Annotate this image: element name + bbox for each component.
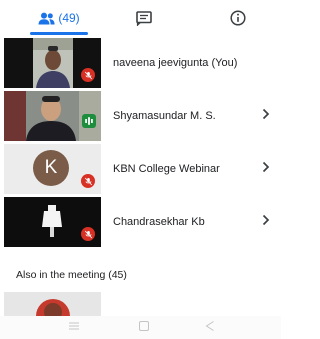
participant-video-thumbnail[interactable] <box>4 292 101 316</box>
participant-name: Chandrasekhar Kb <box>113 216 205 228</box>
info-icon <box>230 10 246 26</box>
participant-video-thumbnail <box>4 38 101 88</box>
participant-row[interactable]: K KBN College Webinar <box>0 144 281 197</box>
system-navigation-bar <box>0 316 281 339</box>
avatar: K <box>33 150 69 186</box>
menu-icon[interactable] <box>68 320 80 332</box>
participant-row[interactable]: naveena jeevigunta (You) <box>0 38 281 91</box>
participants-tab-bar: (49) <box>0 0 281 38</box>
speaking-indicator-icon <box>82 114 96 128</box>
people-icon <box>38 12 55 24</box>
participant-row[interactable]: Chandrasekhar Kb <box>0 197 281 250</box>
chevron-right-icon[interactable] <box>262 214 270 226</box>
active-tab-indicator <box>30 32 88 35</box>
avatar-letter: K <box>44 157 58 178</box>
mic-muted-icon <box>81 68 95 82</box>
back-triangle-icon[interactable] <box>204 320 216 332</box>
also-in-meeting-heading: Also in the meeting (45) <box>16 269 127 281</box>
mic-muted-icon <box>81 174 95 188</box>
home-square-icon[interactable] <box>138 320 150 332</box>
participant-avatar-tile: K <box>4 144 101 194</box>
participant-name: naveena jeevigunta (You) <box>113 57 238 69</box>
participant-video-thumbnail <box>4 197 101 247</box>
participant-name: Shyamasundar M. S. <box>113 110 216 122</box>
participant-count: (49) <box>58 11 80 25</box>
participant-list: naveena jeevigunta (You) Shyamasundar M.… <box>0 38 281 250</box>
mic-muted-icon <box>81 227 95 241</box>
chevron-right-icon[interactable] <box>262 108 270 120</box>
participant-name: KBN College Webinar <box>113 163 220 175</box>
tab-chat[interactable] <box>131 0 157 36</box>
chevron-right-icon[interactable] <box>262 161 270 173</box>
tab-people[interactable]: (49) <box>26 0 92 36</box>
participant-row[interactable]: Shyamasundar M. S. <box>0 91 281 144</box>
participant-video-thumbnail <box>4 91 101 141</box>
tab-info[interactable] <box>225 0 251 36</box>
chat-icon <box>136 10 152 26</box>
